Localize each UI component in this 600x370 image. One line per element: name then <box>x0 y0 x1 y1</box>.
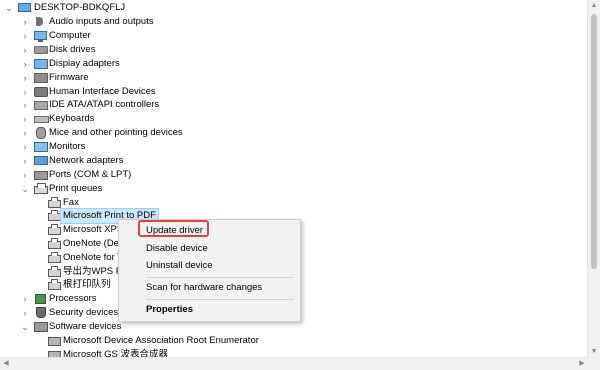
computer-icon <box>18 3 31 12</box>
tree-device-label: OneNote (Des <box>63 238 124 249</box>
chevron-down-icon[interactable]: ⌄ <box>4 1 14 15</box>
tree-category-label: Display adapters <box>49 58 120 69</box>
chevron-down-icon[interactable]: ⌄ <box>20 320 30 334</box>
tree-category-label: Processors <box>49 293 97 304</box>
monitor-icon <box>34 142 48 152</box>
scroll-left-arrow-icon[interactable]: ◀ <box>0 358 12 370</box>
tree-device-label: OneNote for W <box>63 252 127 263</box>
keyboard-icon <box>34 116 49 123</box>
tree-category-label: Disk drives <box>49 44 96 55</box>
disable-device-label: Disable device <box>146 243 208 254</box>
chevron-right-icon[interactable]: › <box>20 98 30 112</box>
computer-icon <box>34 31 47 42</box>
chevron-right-icon[interactable]: › <box>20 306 30 320</box>
chevron-right-icon[interactable]: › <box>20 292 30 306</box>
tree-category-label: Keyboards <box>49 113 95 124</box>
display-adapter-icon <box>34 59 48 69</box>
mouse-icon <box>36 127 46 139</box>
scroll-right-arrow-icon[interactable]: ▶ <box>576 358 588 370</box>
printer-icon <box>48 224 61 235</box>
chevron-right-icon[interactable]: › <box>20 154 30 168</box>
port-icon <box>34 171 48 180</box>
tree-device-label: Microsoft XPS <box>63 224 124 235</box>
tree-category-label: Audio inputs and outputs <box>49 16 154 27</box>
scrollbar-corner <box>588 358 600 370</box>
chevron-right-icon[interactable]: › <box>20 15 30 29</box>
chevron-right-icon[interactable]: › <box>20 43 30 57</box>
tree-category-label: IDE ATA/ATAPI controllers <box>49 99 160 110</box>
printer-icon <box>48 252 61 263</box>
ide-controller-icon <box>34 101 48 110</box>
tree-device-label: 根打印队列 <box>63 279 111 290</box>
network-adapter-icon <box>34 156 48 165</box>
printer-icon <box>48 210 61 221</box>
tree-category-label: Print queues <box>49 183 103 194</box>
vertical-scroll-thumb[interactable] <box>591 14 597 269</box>
chevron-right-icon[interactable]: › <box>20 140 30 154</box>
uninstall-device-label: Uninstall device <box>146 260 213 271</box>
tree-root-label: DESKTOP-BDKQFLJ <box>34 2 126 13</box>
tree-category-label: Firmware <box>49 72 89 83</box>
tree-device-label: Fax <box>63 197 79 208</box>
update-driver-highlight <box>138 220 209 237</box>
printer-icon <box>48 266 61 277</box>
properties-label: Properties <box>146 304 193 315</box>
firmware-chip-icon <box>34 73 48 83</box>
print-queue-icon <box>34 183 48 194</box>
chevron-right-icon[interactable]: › <box>20 168 30 182</box>
printer-icon <box>48 238 61 249</box>
tree-category-label: Monitors <box>49 141 86 152</box>
disable-device-menu-item[interactable]: Disable device <box>119 240 300 258</box>
chevron-down-icon[interactable]: ⌄ <box>20 182 30 196</box>
tree-category-label: Ports (COM & LPT) <box>49 169 132 180</box>
tree-category-label: Computer <box>49 30 91 41</box>
processor-icon <box>35 294 46 304</box>
software-device-icon <box>48 337 61 346</box>
chevron-right-icon[interactable]: › <box>20 112 30 126</box>
vertical-scrollbar[interactable]: ▲ ▼ <box>587 0 600 358</box>
scroll-up-arrow-icon[interactable]: ▲ <box>588 0 600 12</box>
scan-hardware-menu-item[interactable]: Scan for hardware changes <box>119 279 300 297</box>
tree-device-label: Microsoft Device Association Root Enumer… <box>63 335 259 346</box>
tree-device-label: 导出为WPS P <box>63 266 123 277</box>
tree-category-label: Network adapters <box>49 155 124 166</box>
horizontal-scrollbar[interactable]: ◀ ▶ <box>0 357 588 370</box>
menu-separator <box>146 277 294 278</box>
disk-drive-icon <box>34 46 48 54</box>
tree-category-label: Software devices <box>49 321 122 332</box>
tree-category-label: Human Interface Devices <box>49 86 156 97</box>
security-device-icon <box>36 307 46 318</box>
speaker-icon <box>36 17 43 26</box>
chevron-right-icon[interactable]: › <box>20 71 30 85</box>
uninstall-device-menu-item[interactable]: Uninstall device <box>119 257 300 275</box>
software-device-icon <box>34 322 48 332</box>
menu-separator <box>146 299 294 300</box>
hid-icon <box>34 87 48 97</box>
scroll-down-arrow-icon[interactable]: ▼ <box>588 346 600 358</box>
printer-icon <box>48 197 61 208</box>
scan-hardware-label: Scan for hardware changes <box>146 282 263 293</box>
chevron-right-icon[interactable]: › <box>20 126 30 140</box>
printer-icon <box>48 279 61 290</box>
tree-category-label: Security devices <box>49 307 119 318</box>
chevron-right-icon[interactable]: › <box>20 29 30 43</box>
tree-category-label: Mice and other pointing devices <box>49 127 183 138</box>
chevron-right-icon[interactable]: › <box>20 85 30 99</box>
properties-menu-item[interactable]: Properties <box>119 301 300 319</box>
chevron-right-icon[interactable]: › <box>20 57 30 71</box>
